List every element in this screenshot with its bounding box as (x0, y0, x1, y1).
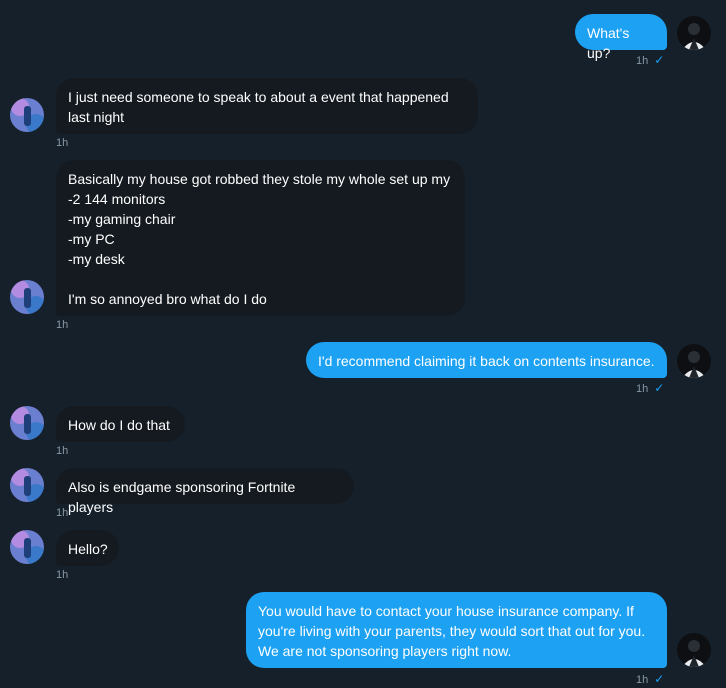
message-meta: 1h ✓ (636, 672, 664, 686)
check-icon: ✓ (654, 381, 665, 395)
avatar[interactable] (10, 98, 44, 132)
message-meta: 1h (56, 445, 68, 457)
avatar[interactable] (10, 468, 44, 502)
avatar[interactable] (10, 530, 44, 564)
timestamp: 1h (56, 137, 69, 149)
avatar[interactable] (677, 344, 711, 378)
message-meta: 1h (56, 507, 68, 519)
message-bubble: What's up? (575, 14, 667, 61)
timestamp: 1h (636, 674, 649, 686)
timestamp: 1h (56, 445, 69, 457)
message-meta: 1h ✓ (636, 53, 664, 67)
message-bubble: How do I do that (56, 406, 185, 442)
message-meta: 1h (56, 137, 68, 149)
message-meta: 1h (56, 569, 68, 581)
timestamp: 1h (636, 383, 649, 395)
avatar[interactable] (10, 280, 44, 314)
message-bubble: Also is endgame sponsoring Fortnite play… (56, 468, 354, 515)
message-bubble: I'd recommend claiming it back on conten… (306, 342, 667, 378)
avatar[interactable] (677, 16, 711, 50)
check-icon: ✓ (654, 53, 665, 67)
timestamp: 1h (56, 507, 69, 519)
message-meta: 1h ✓ (636, 381, 664, 395)
timestamp: 1h (56, 319, 69, 331)
avatar[interactable] (677, 633, 711, 667)
message-bubble: You would have to contact your house ins… (246, 592, 667, 668)
message-bubble: I just need someone to speak to about a … (56, 78, 478, 134)
message-bubble: Hello? (56, 530, 119, 566)
timestamp: 1h (636, 55, 649, 67)
check-icon: ✓ (654, 672, 665, 686)
avatar[interactable] (10, 406, 44, 440)
message-meta: 1h (56, 319, 68, 331)
message-bubble: Basically my house got robbed they stole… (56, 160, 465, 316)
timestamp: 1h (56, 569, 69, 581)
